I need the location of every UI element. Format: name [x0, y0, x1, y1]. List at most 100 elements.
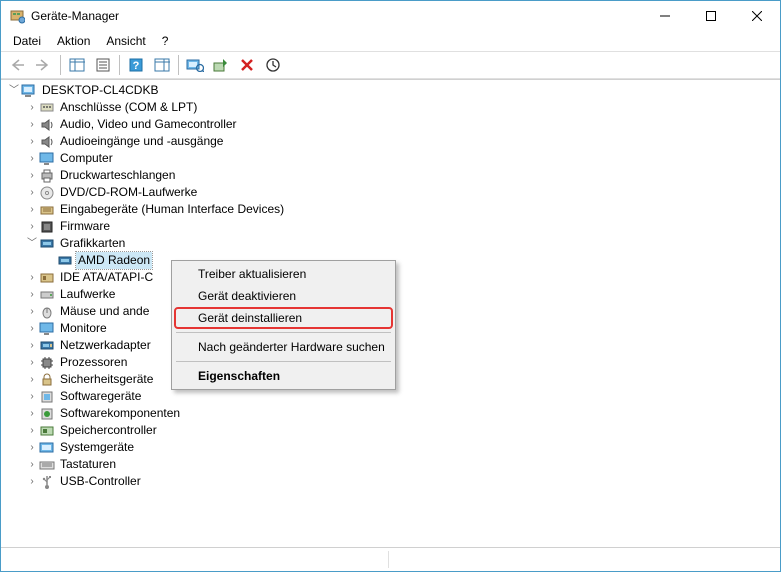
- action-pane-button[interactable]: [150, 53, 174, 77]
- menu-help[interactable]: ?: [154, 32, 177, 50]
- tree-label: USB-Controller: [58, 473, 143, 490]
- expand-icon[interactable]: ›: [25, 388, 39, 405]
- collapse-icon[interactable]: ﹀: [7, 82, 21, 99]
- firmware-icon: [39, 219, 55, 235]
- tree-label: Anschlüsse (COM & LPT): [58, 99, 199, 116]
- menu-file[interactable]: Datei: [5, 32, 49, 50]
- drive-icon: [39, 287, 55, 303]
- tree-category-swdevices[interactable]: ›Softwaregeräte: [3, 388, 778, 405]
- close-button[interactable]: [734, 1, 780, 31]
- ctx-properties[interactable]: Eigenschaften: [174, 365, 393, 387]
- help-button[interactable]: ?: [124, 53, 148, 77]
- ctx-uninstall-device[interactable]: Gerät deinstallieren: [174, 307, 393, 329]
- ports-icon: [39, 100, 55, 116]
- expand-icon[interactable]: ›: [25, 405, 39, 422]
- disable-button[interactable]: [261, 53, 285, 77]
- tree-category-audioio[interactable]: › Audioeingänge und -ausgänge: [3, 133, 778, 150]
- ide-icon: [39, 270, 55, 286]
- tree-label: Audio, Video und Gamecontroller: [58, 116, 239, 133]
- tree-label: Mäuse und ande: [58, 303, 151, 320]
- context-menu: Treiber aktualisieren Gerät deaktivieren…: [171, 260, 396, 390]
- expand-icon[interactable]: ›: [25, 320, 39, 337]
- tree-category-ports[interactable]: › Anschlüsse (COM & LPT): [3, 99, 778, 116]
- expand-icon[interactable]: ›: [25, 167, 39, 184]
- software-component-icon: [39, 406, 55, 422]
- tree-root[interactable]: ﹀ DESKTOP-CL4CDKB: [3, 82, 778, 99]
- tree-category-swcomponents[interactable]: ›Softwarekomponenten: [3, 405, 778, 422]
- tree-label: Audioeingänge und -ausgänge: [58, 133, 225, 150]
- tree-category-display[interactable]: ﹀ Grafikkarten: [3, 235, 778, 252]
- computer-icon: [21, 83, 37, 99]
- tree-category-dvd[interactable]: › DVD/CD-ROM-Laufwerke: [3, 184, 778, 201]
- toolbar: ?: [1, 51, 780, 79]
- tree-label: DVD/CD-ROM-Laufwerke: [58, 184, 199, 201]
- expand-icon[interactable]: ›: [25, 286, 39, 303]
- expand-icon[interactable]: ›: [25, 99, 39, 116]
- tree-label: Eingabegeräte (Human Interface Devices): [58, 201, 286, 218]
- status-cell: [393, 551, 778, 568]
- storage-controller-icon: [39, 423, 55, 439]
- usb-icon: [39, 474, 55, 490]
- tree-category-audio[interactable]: › Audio, Video und Gamecontroller: [3, 116, 778, 133]
- forward-button[interactable]: [32, 53, 56, 77]
- ctx-scan-hardware[interactable]: Nach geänderter Hardware suchen: [174, 336, 393, 358]
- tree-category-computer[interactable]: › Computer: [3, 150, 778, 167]
- device-manager-window: Geräte-Manager Datei Aktion Ansicht ? ?: [0, 0, 781, 572]
- status-cell: [3, 551, 389, 568]
- expand-icon[interactable]: ›: [25, 439, 39, 456]
- disc-icon: [39, 185, 55, 201]
- device-tree[interactable]: ﹀ DESKTOP-CL4CDKB › Anschlüsse (COM & LPT…: [1, 80, 780, 547]
- uninstall-button[interactable]: [235, 53, 259, 77]
- expand-spacer: [43, 252, 57, 269]
- menu-action[interactable]: Aktion: [49, 32, 98, 50]
- show-hide-tree-button[interactable]: [65, 53, 89, 77]
- tree-label: Monitore: [58, 320, 109, 337]
- expand-icon[interactable]: ›: [25, 422, 39, 439]
- display-adapter-icon: [39, 236, 55, 252]
- expand-icon[interactable]: ›: [25, 473, 39, 490]
- properties-button[interactable]: [91, 53, 115, 77]
- scan-hardware-button[interactable]: [183, 53, 207, 77]
- expand-icon[interactable]: ›: [25, 150, 39, 167]
- ctx-separator: [176, 361, 391, 362]
- expand-icon[interactable]: ›: [25, 303, 39, 320]
- tree-category-system[interactable]: ›Systemgeräte: [3, 439, 778, 456]
- tree-category-storage[interactable]: ›Speichercontroller: [3, 422, 778, 439]
- minimize-button[interactable]: [642, 1, 688, 31]
- ctx-update-driver[interactable]: Treiber aktualisieren: [174, 263, 393, 285]
- tree-label: Grafikkarten: [58, 235, 127, 252]
- expand-icon[interactable]: ›: [25, 456, 39, 473]
- titlebar: Geräte-Manager: [1, 1, 780, 31]
- tree-category-keyboards[interactable]: ›Tastaturen: [3, 456, 778, 473]
- tree-label: Firmware: [58, 218, 112, 235]
- tree-category-firmware[interactable]: › Firmware: [3, 218, 778, 235]
- expand-icon[interactable]: ›: [25, 201, 39, 218]
- maximize-button[interactable]: [688, 1, 734, 31]
- app-icon: [9, 8, 25, 24]
- ctx-disable-device[interactable]: Gerät deaktivieren: [174, 285, 393, 307]
- expand-icon[interactable]: ›: [25, 337, 39, 354]
- collapse-icon[interactable]: ﹀: [25, 235, 39, 252]
- menu-view[interactable]: Ansicht: [98, 32, 153, 50]
- window-title: Geräte-Manager: [31, 9, 642, 23]
- hid-icon: [39, 202, 55, 218]
- tree-category-printqueue[interactable]: ›Druckwarteschlangen: [3, 167, 778, 184]
- expand-icon[interactable]: ›: [25, 184, 39, 201]
- expand-icon[interactable]: ›: [25, 116, 39, 133]
- tree-label: Prozessoren: [58, 354, 129, 371]
- tree-label: IDE ATA/ATAPI-C: [58, 269, 155, 286]
- expand-icon[interactable]: ›: [25, 354, 39, 371]
- system-device-icon: [39, 440, 55, 456]
- expand-icon[interactable]: ›: [25, 218, 39, 235]
- update-driver-button[interactable]: [209, 53, 233, 77]
- display-adapter-icon: [57, 253, 73, 269]
- software-device-icon: [39, 389, 55, 405]
- expand-icon[interactable]: ›: [25, 371, 39, 388]
- back-button[interactable]: [6, 53, 30, 77]
- tree-label: Computer: [58, 150, 115, 167]
- tree-category-hid[interactable]: › Eingabegeräte (Human Interface Devices): [3, 201, 778, 218]
- body: ﹀ DESKTOP-CL4CDKB › Anschlüsse (COM & LPT…: [1, 79, 780, 571]
- expand-icon[interactable]: ›: [25, 269, 39, 286]
- tree-category-usb[interactable]: › USB-Controller: [3, 473, 778, 490]
- expand-icon[interactable]: ›: [25, 133, 39, 150]
